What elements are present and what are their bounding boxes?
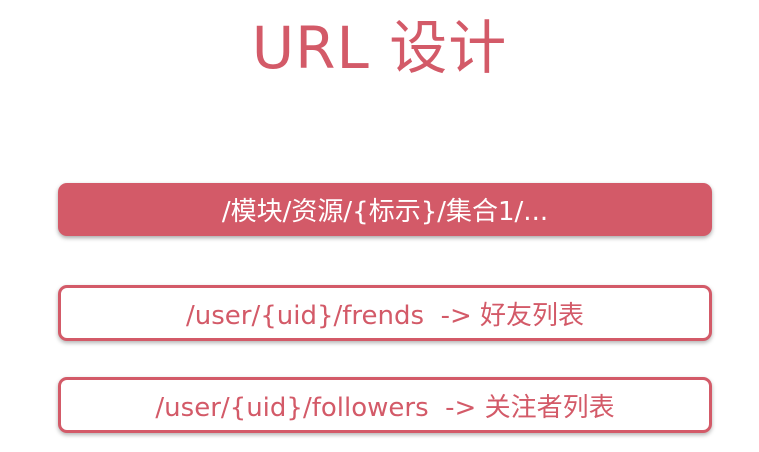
- slide-title: URL 设计: [251, 14, 508, 82]
- example-text-friends: /user/{uid}/frends -> 好友列表: [185, 300, 585, 331]
- url-pattern-text: /模块/资源/{标示}/集合1/...: [221, 197, 549, 227]
- example-box-followers: /user/{uid}/followers -> 关注者列表: [58, 377, 712, 433]
- example-text-followers: /user/{uid}/followers -> 关注者列表: [155, 392, 615, 423]
- example-box-friends: /user/{uid}/frends -> 好友列表: [58, 285, 712, 341]
- url-pattern-box: /模块/资源/{标示}/集合1/...: [58, 183, 712, 236]
